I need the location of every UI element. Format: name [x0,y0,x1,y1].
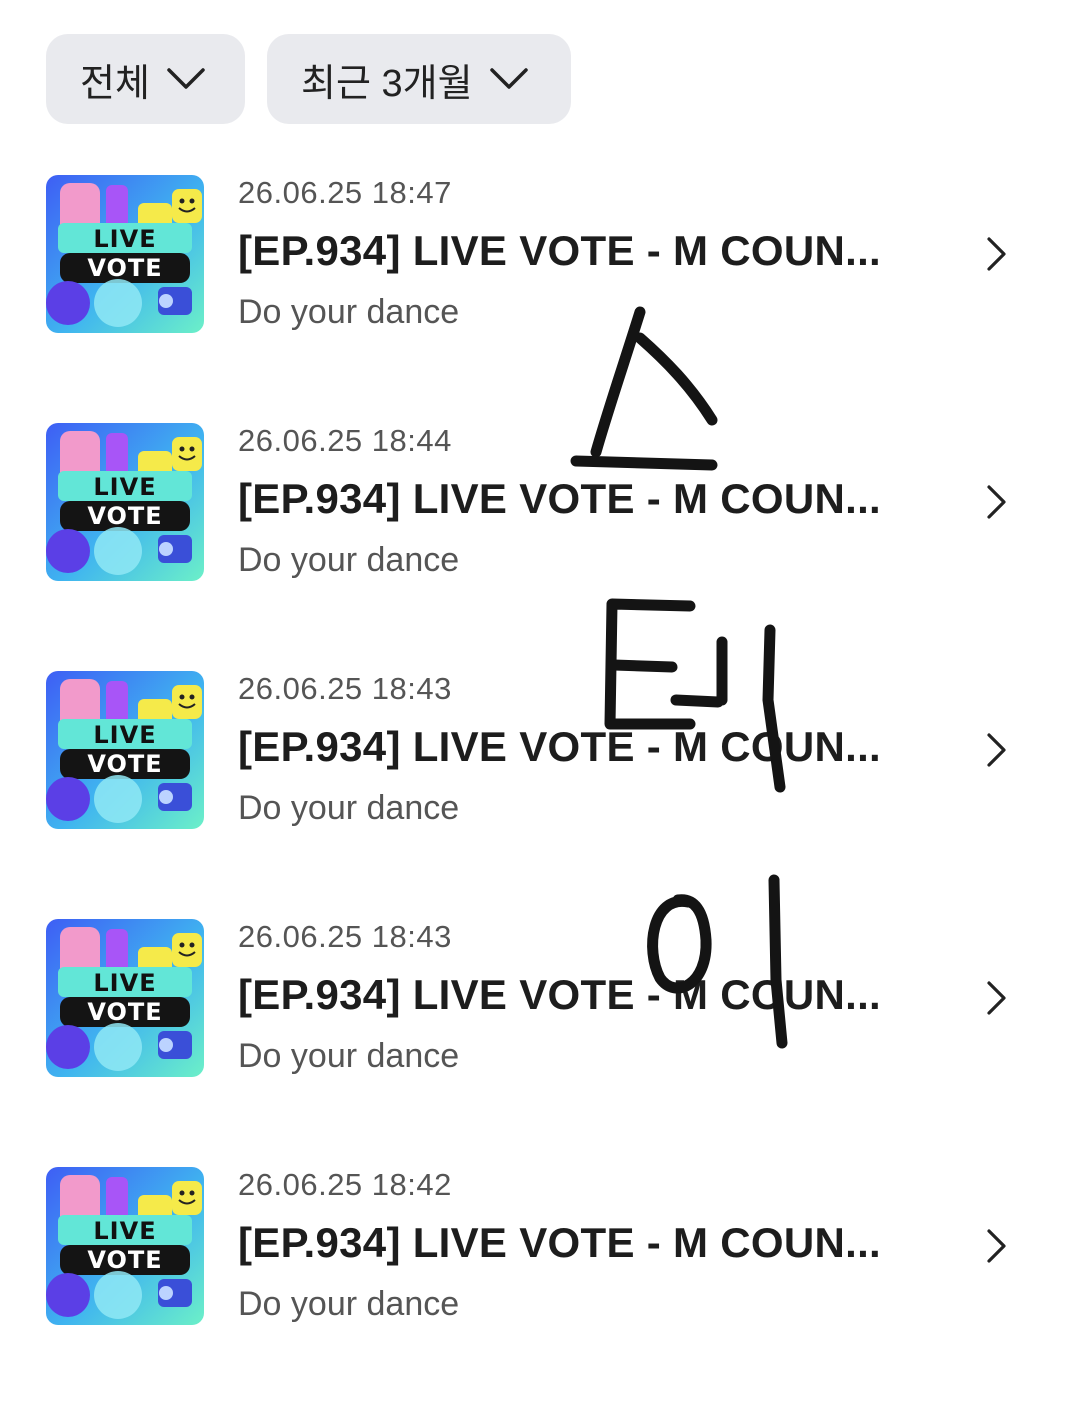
vote-date: 26.06.25 18:44 [238,423,452,458]
chevron-right-icon [987,237,1006,271]
vote-subtitle: Do your dance [238,789,460,827]
scope-filter-label: 전체 [80,62,150,105]
vote-title: [EP.934] LIVE VOTE - M COUN... [238,971,882,1018]
period-filter-dropdown[interactable]: 최근 3개월 [267,34,571,124]
svg-text:VOTE: VOTE [87,502,162,530]
vote-date: 26.06.25 18:42 [238,1167,452,1202]
vote-subtitle: Do your dance [238,293,460,331]
svg-text:LIVE: LIVE [93,473,156,501]
chevron-down-icon [489,68,528,89]
vote-date: 26.06.25 18:43 [238,671,452,706]
svg-text:VOTE: VOTE [87,254,162,282]
scope-filter-dropdown[interactable]: 전체 [46,34,245,124]
vote-title: [EP.934] LIVE VOTE - M COUN... [238,475,882,522]
live-vote-thumbnail: LIVE VOTE [46,919,204,1077]
list-item[interactable]: LIVE VOTE 26.06.25 18:43 [EP.934] LIVE V… [0,671,1080,919]
vote-title: [EP.934] LIVE VOTE - M COUN... [238,227,882,274]
list-item[interactable]: LIVE VOTE 26.06.25 18:42 [EP.934] LIVE V… [0,1167,1080,1415]
chevron-right-icon [987,485,1006,519]
vote-title: [EP.934] LIVE VOTE - M COUN... [238,1219,882,1266]
svg-text:LIVE: LIVE [93,1217,156,1245]
svg-text:LIVE: LIVE [93,969,156,997]
live-vote-thumbnail: LIVE VOTE [46,175,204,333]
svg-text:LIVE: LIVE [93,225,156,253]
vote-date: 26.06.25 18:47 [238,175,452,210]
live-vote-thumbnail: LIVE VOTE [46,671,204,829]
vote-subtitle: Do your dance [238,541,460,579]
chevron-down-icon [167,68,205,89]
vote-date: 26.06.25 18:43 [238,919,452,954]
svg-text:VOTE: VOTE [87,1246,162,1274]
vote-history-list: LIVE VOTE 26.06.25 18:47 [EP.934] LIVE V… [0,175,1080,1415]
vote-title: [EP.934] LIVE VOTE - M COUN... [238,723,882,770]
chevron-right-icon [987,981,1006,1015]
svg-text:LIVE: LIVE [93,721,156,749]
vote-subtitle: Do your dance [238,1285,460,1323]
vote-subtitle: Do your dance [238,1037,460,1075]
list-item[interactable]: LIVE VOTE 26.06.25 18:47 [EP.934] LIVE V… [0,175,1080,423]
list-item[interactable]: LIVE VOTE 26.06.25 18:44 [EP.934] LIVE V… [0,423,1080,671]
live-vote-thumbnail: LIVE VOTE [46,423,204,581]
list-item[interactable]: LIVE VOTE 26.06.25 18:43 [EP.934] LIVE V… [0,919,1080,1167]
filter-bar: 전체 최근 3개월 [46,34,571,124]
svg-text:VOTE: VOTE [87,750,162,778]
chevron-right-icon [987,1229,1006,1263]
svg-text:VOTE: VOTE [87,998,162,1026]
live-vote-thumbnail: LIVE VOTE [46,1167,204,1325]
chevron-right-icon [987,733,1006,767]
period-filter-label: 최근 3개월 [301,62,473,105]
